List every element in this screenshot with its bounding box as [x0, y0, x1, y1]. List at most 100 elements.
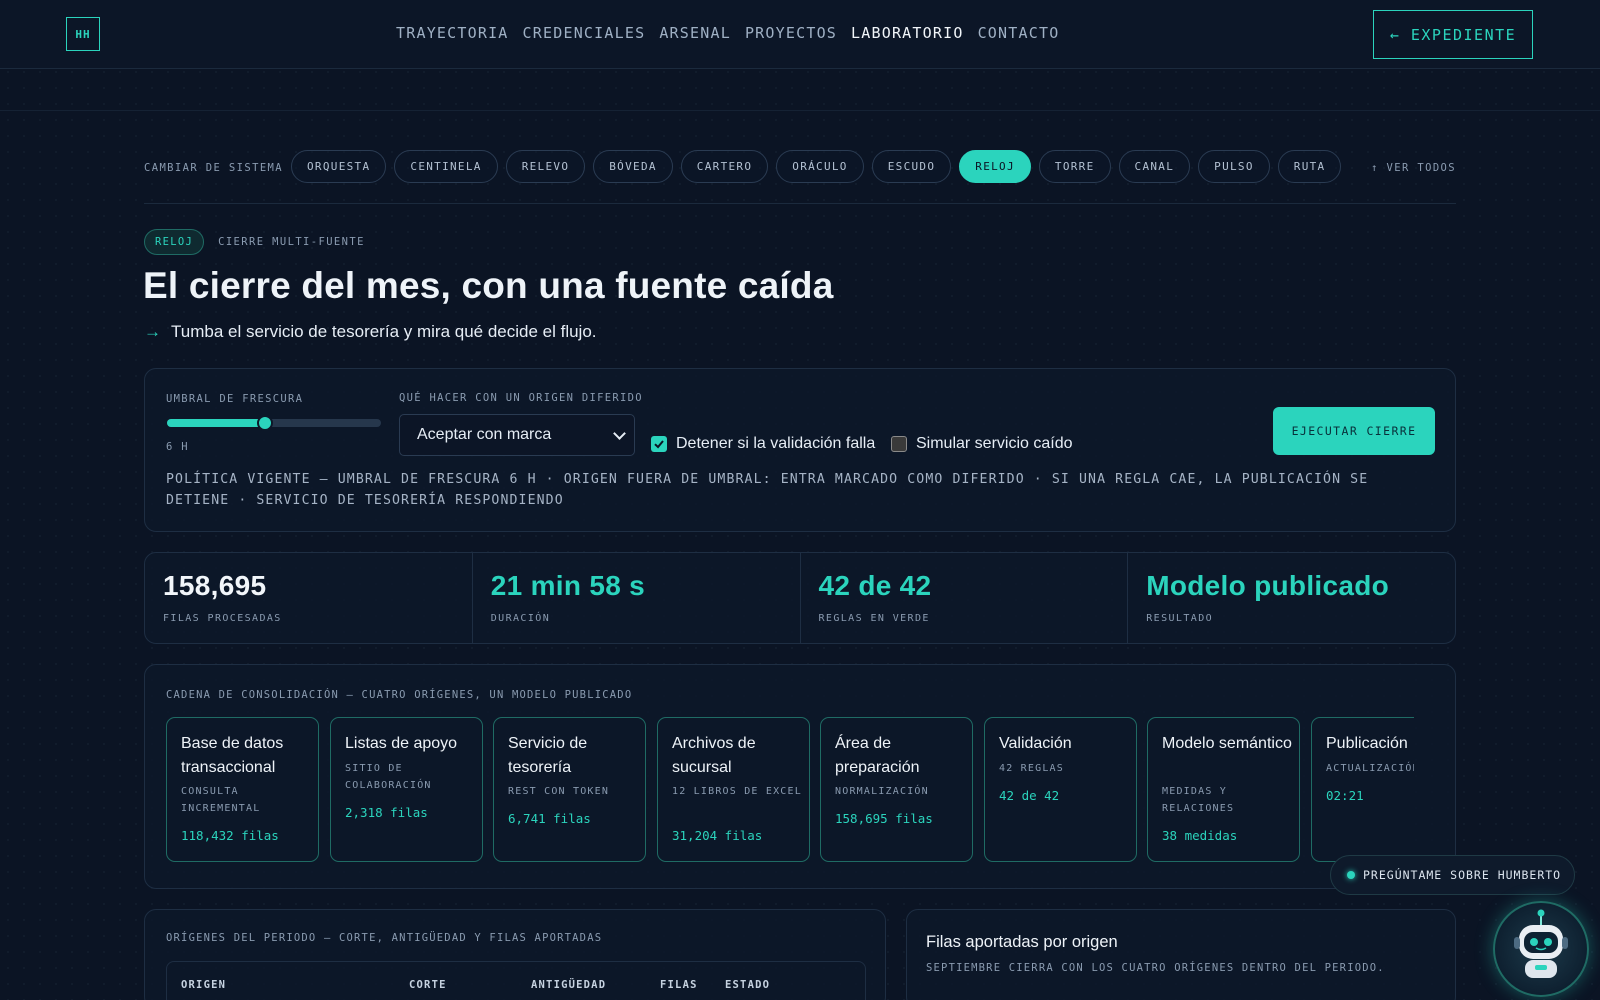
step-value: 31,204 filas	[672, 828, 763, 843]
chain-step-card[interactable]: Área de preparación NORMALIZACIÓN 158,69…	[820, 717, 973, 862]
stat-result-value: Modelo publicado	[1146, 570, 1390, 601]
header-strip	[0, 69, 1600, 111]
expediente-button[interactable]: ← EXPEDIENTE	[1373, 10, 1533, 59]
page-subtitle: → Tumba el servicio de tesorería y mira …	[144, 322, 597, 342]
stat-rules-value: 42 de 42	[818, 570, 932, 601]
sources-panel-title: ORÍGENES DEL PERIODO — CORTE, ANTIGÜEDAD…	[166, 932, 603, 944]
stat-result-label: RESULTADO	[1146, 613, 1214, 624]
table-header-estado[interactable]: ESTADO	[725, 979, 770, 991]
chain-step-card[interactable]: Publicación ACTUALIZACIÓN 02:21	[1311, 717, 1414, 862]
simulate-down-checkbox[interactable]: Simular servicio caído	[891, 435, 1073, 453]
chain-steps: Base de datos transaccional CONSULTA INC…	[166, 717, 1414, 867]
step-title: Listas de apoyo	[345, 735, 458, 752]
freshness-slider-fill	[167, 419, 266, 427]
nav-link-proyectos[interactable]: PROYECTOS	[745, 24, 837, 42]
system-chip-cartero[interactable]: CARTERO	[680, 150, 769, 183]
chain-title: CADENA DE CONSOLIDACIÓN — CUATRO ORÍGENE…	[166, 689, 633, 701]
chain-step-card[interactable]: Servicio de tesorería REST CON TOKEN 6,7…	[493, 717, 646, 862]
ask-assistant-pill[interactable]: PREGÚNTAME SOBRE HUMBERTO	[1330, 855, 1575, 895]
run-close-button[interactable]: EJECUTAR CIERRE	[1273, 407, 1435, 455]
page-subtitle-text: Tumba el servicio de tesorería y mira qu…	[171, 322, 597, 341]
system-chip-orquesta[interactable]: ORQUESTA	[291, 150, 387, 183]
system-chips: ORQUESTA CENTINELA RELEVO BÓVEDA CARTERO…	[291, 150, 1342, 183]
sources-panel: ORÍGENES DEL PERIODO — CORTE, ANTIGÜEDAD…	[144, 909, 886, 1000]
nav-links: TRAYECTORIA CREDENCIALES ARSENAL PROYECT…	[396, 24, 1059, 42]
checkbox-check-icon[interactable]	[651, 436, 667, 452]
checkbox-empty-icon[interactable]	[891, 436, 907, 452]
chain-step-card[interactable]: Validación 42 REGLAS 42 de 42	[984, 717, 1137, 862]
view-all-link[interactable]: ↑ VER TODOS	[1371, 162, 1456, 174]
nav-link-trayectoria[interactable]: TRAYECTORIA	[396, 24, 509, 42]
system-badge-row: RELOJ CIERRE MULTI-FUENTE	[144, 229, 365, 255]
stat-rules-label: REGLAS EN VERDE	[818, 613, 930, 624]
arrow-right-icon: →	[144, 322, 161, 341]
logo[interactable]: HH	[66, 17, 100, 51]
table-header-origen[interactable]: ORIGEN	[181, 979, 226, 991]
step-value: 02:21	[1326, 788, 1364, 803]
nav-link-credenciales[interactable]: CREDENCIALES	[523, 24, 646, 42]
step-title: Base de datos transaccional	[181, 735, 284, 776]
step-subtitle: REST CON TOKEN	[508, 786, 610, 797]
stat-rows-value: 158,695	[163, 570, 267, 601]
stat-duration-label: DURACIÓN	[490, 613, 551, 624]
rows-panel-title: Filas aportadas por origen	[926, 933, 1118, 951]
chain-step-card[interactable]: Base de datos transaccional CONSULTA INC…	[166, 717, 319, 862]
system-chip-reloj[interactable]: RELOJ	[959, 150, 1031, 183]
freshness-slider[interactable]	[167, 415, 381, 431]
step-subtitle: NORMALIZACIÓN	[835, 786, 929, 797]
nav-link-arsenal[interactable]: ARSENAL	[659, 24, 731, 42]
step-value: 42 de 42	[999, 788, 1060, 803]
system-badge-subtitle: CIERRE MULTI-FUENTE	[218, 236, 365, 248]
chain-step-card[interactable]: Archivos de sucursal 12 LIBROS DE EXCEL …	[657, 717, 810, 862]
system-chip-centinela[interactable]: CENTINELA	[394, 150, 498, 183]
system-chip-boveda[interactable]: BÓVEDA	[593, 150, 673, 183]
system-chip-torre[interactable]: TORRE	[1038, 150, 1111, 183]
ask-assistant-label: PREGÚNTAME SOBRE HUMBERTO	[1363, 868, 1562, 882]
step-title: Área de preparación	[835, 735, 920, 776]
system-chip-oraculo[interactable]: ORÁCULO	[776, 150, 864, 183]
system-chip-escudo[interactable]: ESCUDO	[871, 150, 952, 183]
table-header-antiguedad[interactable]: ANTIGÜEDAD	[531, 979, 606, 991]
deferred-origin-select[interactable]: Aceptar con marca	[399, 414, 635, 456]
freshness-value: 6 H	[166, 441, 189, 453]
rows-by-origin-panel: Filas aportadas por origen SEPTIEMBRE CI…	[906, 909, 1456, 1000]
step-value: 6,741 filas	[508, 811, 591, 826]
table-header-filas[interactable]: FILAS	[660, 979, 698, 991]
rows-panel-subtitle: SEPTIEMBRE CIERRA CON LOS CUATRO ORÍGENE…	[926, 962, 1385, 974]
page-title: El cierre del mes, con una fuente caída	[143, 265, 834, 306]
system-chip-canal[interactable]: CANAL	[1118, 150, 1191, 183]
stop-on-fail-label: Detener si la validación falla	[676, 435, 876, 452]
nav-link-laboratorio[interactable]: LABORATORIO	[851, 24, 964, 42]
consolidation-chain: CADENA DE CONSOLIDACIÓN — CUATRO ORÍGENE…	[144, 664, 1456, 889]
freshness-label: UMBRAL DE FRESCURA	[166, 393, 304, 405]
chain-step-card[interactable]: Listas de apoyo SITIO DE COLABORACIÓN 2,…	[330, 717, 483, 862]
freshness-slider-thumb[interactable]	[257, 415, 274, 431]
step-value: 38 medidas	[1162, 828, 1238, 843]
chevron-down-icon	[613, 427, 626, 440]
chain-step-card[interactable]: Modelo semántico MEDIDAS Y RELACIONES 38…	[1147, 717, 1300, 862]
step-title: Modelo semántico	[1162, 735, 1292, 752]
step-value: 2,318 filas	[345, 805, 428, 820]
nav-link-contacto[interactable]: CONTACTO	[978, 24, 1060, 42]
step-subtitle: MEDIDAS Y RELACIONES	[1162, 786, 1235, 814]
system-chip-ruta[interactable]: RUTA	[1277, 150, 1342, 183]
stat-result: Modelo publicado RESULTADO	[1128, 553, 1455, 643]
step-title: Servicio de tesorería	[508, 735, 588, 776]
step-subtitle: 42 REGLAS	[999, 763, 1064, 774]
system-chip-relevo[interactable]: RELEVO	[505, 150, 586, 183]
robot-avatar-icon[interactable]	[1493, 901, 1589, 997]
step-title: Publicación	[1326, 735, 1408, 752]
stop-on-fail-checkbox[interactable]: Detener si la validación falla	[651, 435, 875, 453]
stats-bar: 158,695 FILAS PROCESADAS 21 min 58 s DUR…	[144, 552, 1456, 644]
control-panel: UMBRAL DE FRESCURA 6 H QUÉ HACER CON UN …	[144, 368, 1456, 532]
step-value: 158,695 filas	[835, 811, 933, 826]
policy-text: POLÍTICA VIGENTE — UMBRAL DE FRESCURA 6 …	[166, 472, 1369, 508]
table-header-corte[interactable]: CORTE	[409, 979, 447, 991]
top-navigation: HH TRAYECTORIA CREDENCIALES ARSENAL PROY…	[0, 0, 1600, 69]
system-switcher: CAMBIAR DE SISTEMA ORQUESTA CENTINELA RE…	[144, 150, 1456, 204]
sources-table: ORIGEN CORTE ANTIGÜEDAD FILAS ESTADO	[166, 961, 866, 1000]
deferred-origin-label: QUÉ HACER CON UN ORIGEN DIFERIDO	[399, 392, 643, 404]
stat-rules: 42 de 42 REGLAS EN VERDE	[801, 553, 1129, 643]
system-chip-pulso[interactable]: PULSO	[1198, 150, 1270, 183]
step-title: Validación	[999, 735, 1072, 752]
